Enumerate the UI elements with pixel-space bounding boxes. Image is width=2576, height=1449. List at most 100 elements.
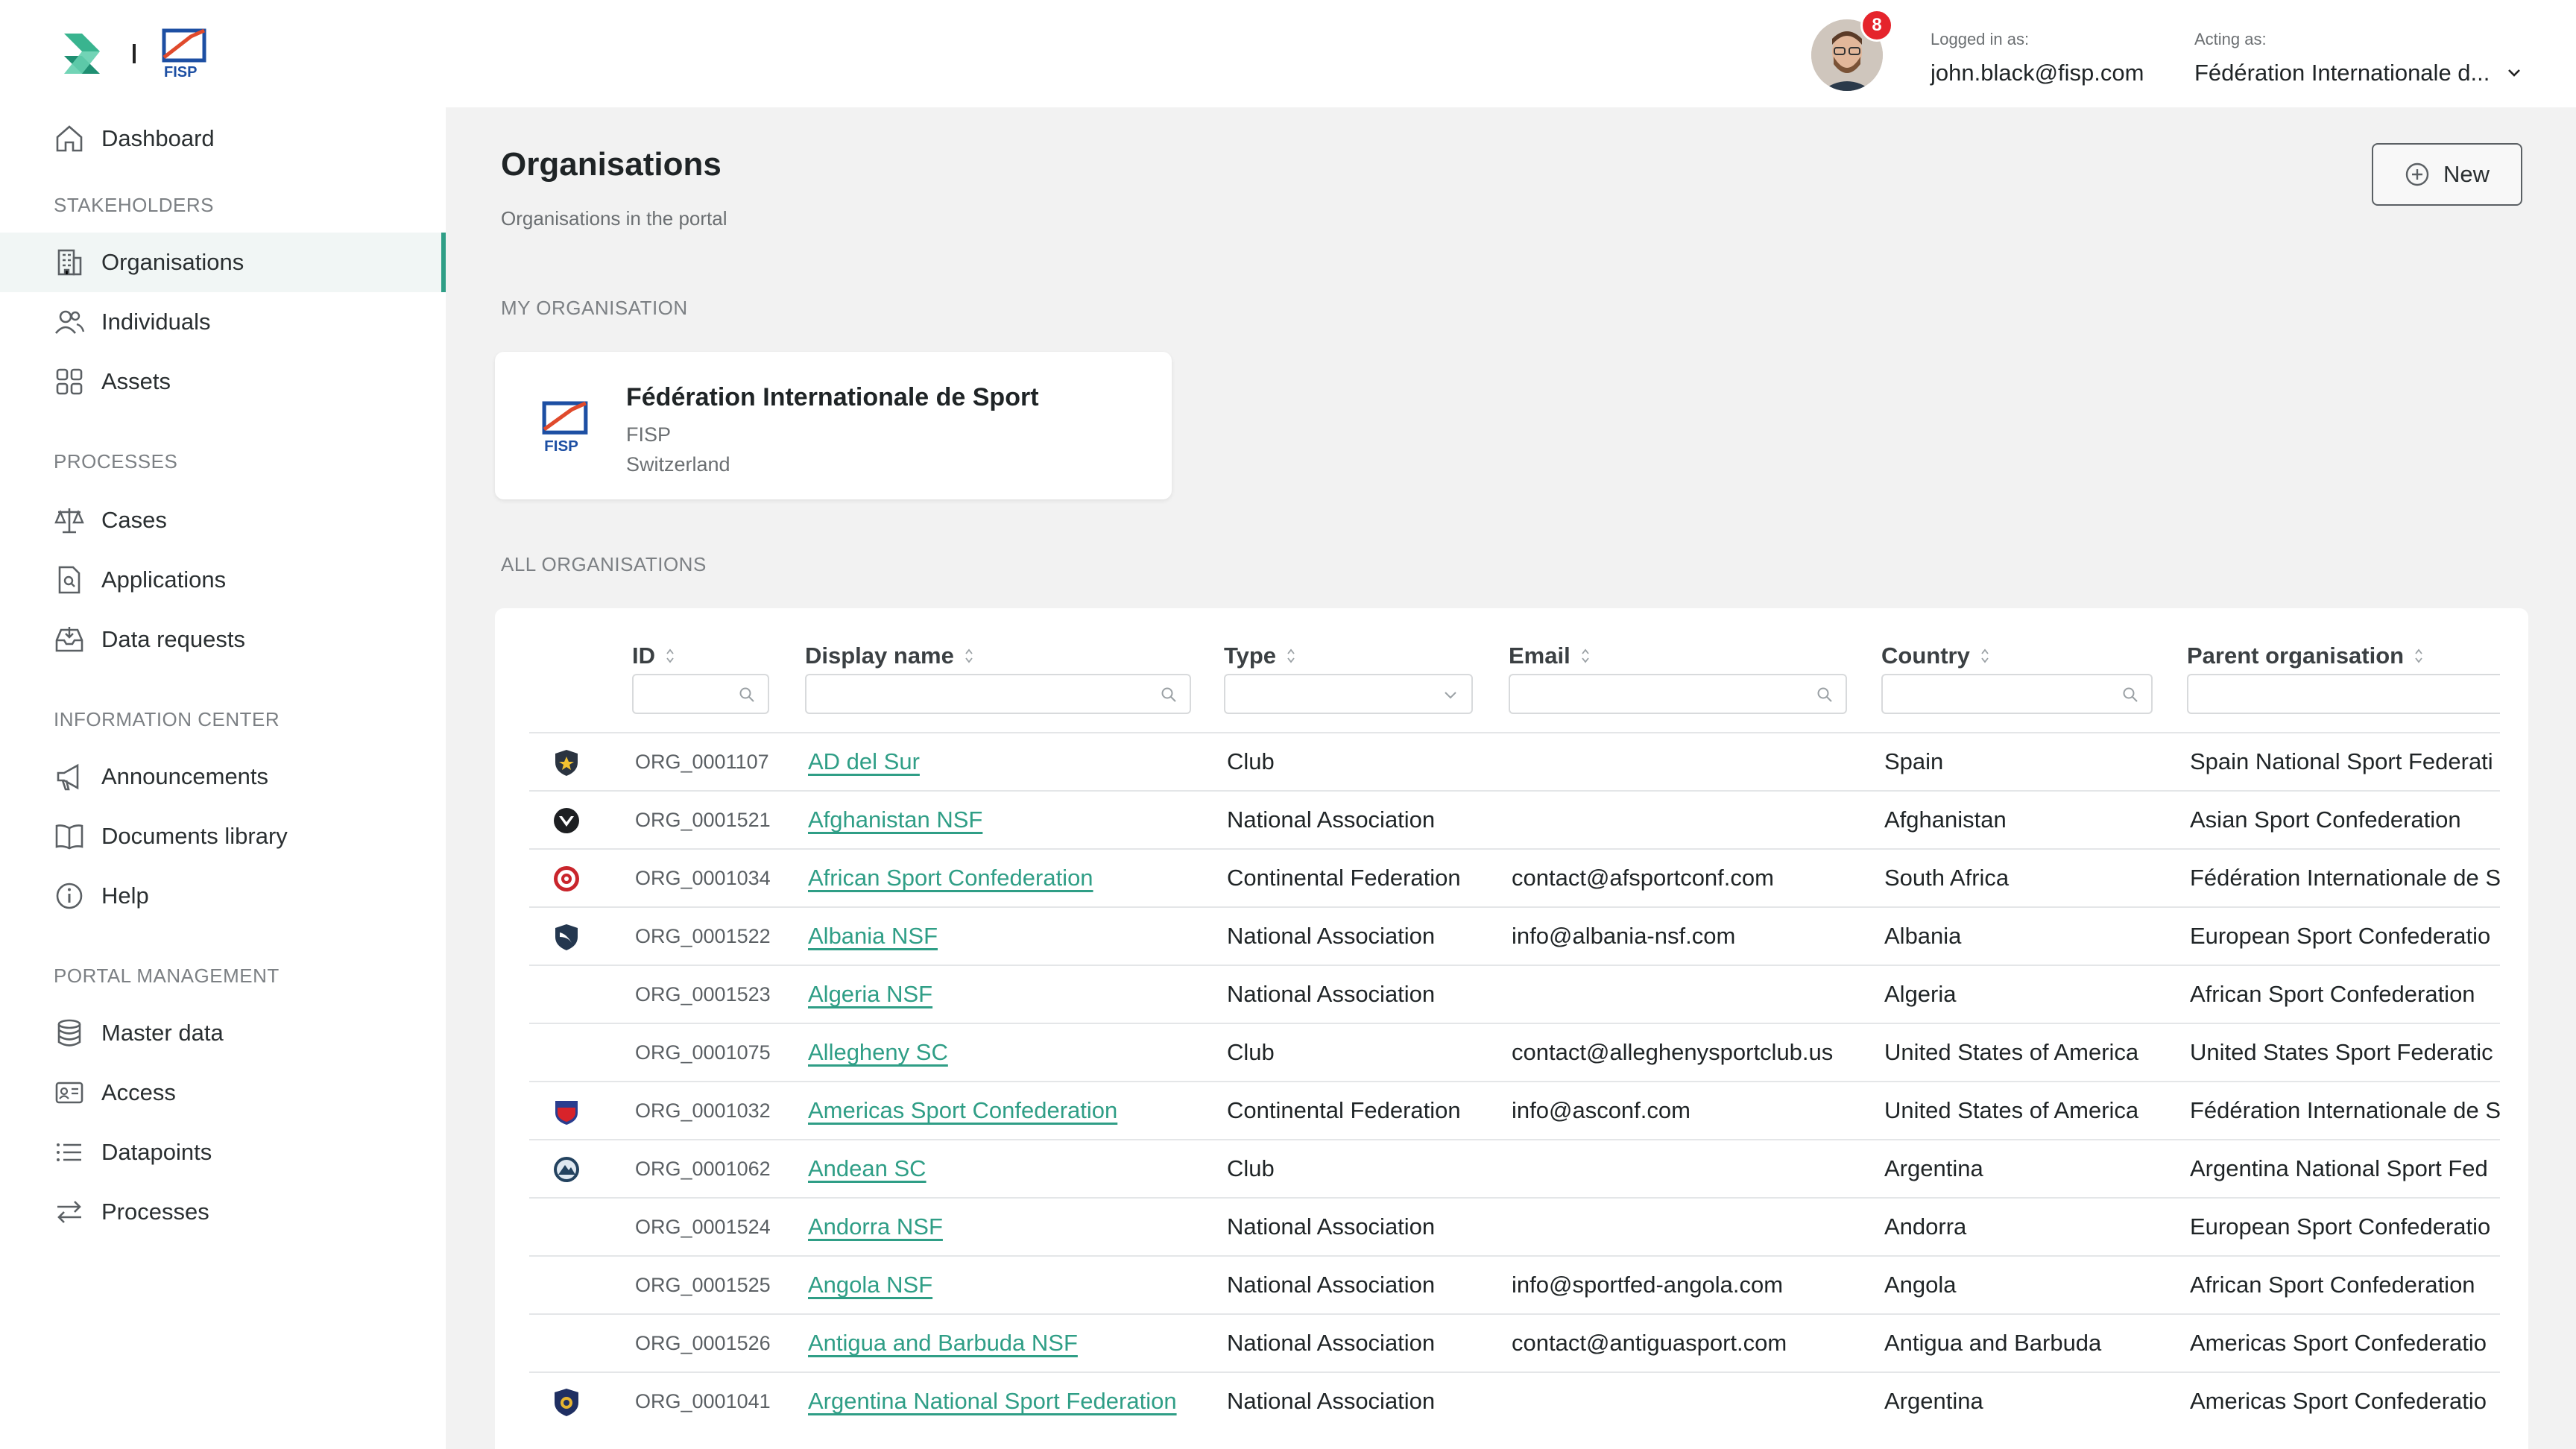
new-organisation-button[interactable]: New — [2372, 143, 2522, 206]
shield-star-icon — [555, 750, 578, 776]
table-row[interactable]: ORG_0001525 Angola NSF National Associatio… — [529, 1255, 2500, 1313]
table-row[interactable]: ORG_0001034 African Sport Confederation Co… — [529, 848, 2500, 906]
brand[interactable]: FISP — [60, 27, 209, 80]
sidebar: Dashboard STAKEHOLDERS Organisations Ind… — [0, 107, 446, 1449]
chevron-down-icon — [1445, 692, 1456, 699]
table-row[interactable]: ORG_0001075 Allegheny SC Club contact@alleg… — [529, 1023, 2500, 1081]
cell-type: Continental Federation — [1227, 1097, 1461, 1123]
organisation-link[interactable]: AD del Sur — [808, 733, 1210, 790]
sidebar-item-data-requests[interactable]: Data requests — [0, 610, 446, 669]
sidebar-item-individuals[interactable]: Individuals — [0, 292, 446, 352]
organisation-link[interactable]: African Sport Confederation — [808, 850, 1210, 906]
parent-organisation-filter-input[interactable] — [2187, 674, 2500, 714]
table-row[interactable]: ORG_0001522 Albania NSF National Associati… — [529, 906, 2500, 965]
sidebar-item-cases[interactable]: Cases — [0, 490, 446, 550]
search-icon — [2123, 687, 2138, 702]
cell-parent-organisation: Americas Sport Confederatio — [2190, 1330, 2487, 1356]
table-row[interactable]: ORG_0001526 Antigua and Barbuda NSF Nation… — [529, 1313, 2500, 1371]
column-header-country[interactable]: Country — [1881, 643, 1989, 669]
display-name-filter-input[interactable] — [805, 674, 1191, 714]
cell-email — [1512, 792, 1869, 848]
info-icon — [56, 883, 83, 909]
section-stakeholders: STAKEHOLDERS — [54, 194, 215, 216]
document-search-icon — [58, 566, 80, 594]
id-filter-input[interactable] — [632, 674, 769, 714]
cell-id: ORG_0001032 — [635, 1099, 771, 1122]
sidebar-item-announcements[interactable]: Announcements — [0, 747, 446, 806]
organisation-link[interactable]: Allegheny SC — [808, 1024, 1210, 1081]
scales-icon — [54, 508, 84, 534]
notification-badge[interactable]: 8 — [1860, 9, 1893, 42]
cell-parent-organisation: Asian Sport Confederation — [2190, 806, 2461, 833]
organisation-link[interactable]: Andean SC — [808, 1140, 1210, 1197]
sidebar-item-label: Access — [101, 1079, 176, 1105]
cell-id: ORG_0001041 — [635, 1389, 771, 1412]
column-header-email[interactable]: Email — [1509, 643, 1590, 669]
table-row[interactable]: ORG_0001523 Algeria NSF National Associati… — [529, 965, 2500, 1023]
cell-email — [1512, 1140, 1869, 1197]
cell-type: National Association — [1227, 923, 1436, 949]
organisations-table: ID Display name Type Email Country Paren… — [495, 608, 2528, 1449]
sidebar-item-organisations[interactable]: Organisations — [0, 233, 446, 292]
organisation-link[interactable]: Argentina National Sport Federation — [808, 1373, 1210, 1430]
grid-icon — [56, 368, 83, 395]
mountain-badge-icon — [554, 1157, 579, 1182]
cell-type: Club — [1227, 748, 1275, 774]
country-filter-input[interactable] — [1881, 674, 2153, 714]
sidebar-item-master-data[interactable]: Master data — [0, 1003, 446, 1063]
organisation-link[interactable]: Antigua and Barbuda NSF — [808, 1315, 1210, 1371]
megaphone-icon — [57, 763, 79, 791]
column-header-type[interactable]: Type — [1224, 643, 1295, 669]
chevron-down-icon[interactable] — [2506, 64, 2522, 80]
cell-country: United States of America — [1884, 1039, 2139, 1065]
cell-type: Continental Federation — [1227, 865, 1461, 891]
sidebar-item-label: Dashboard — [101, 125, 215, 151]
sort-icon — [2415, 648, 2422, 663]
table-row[interactable]: ORG_0001107 AD del Sur Club Spain Spain Nati… — [529, 732, 2500, 790]
sidebar-item-processes[interactable]: Processes — [0, 1182, 446, 1242]
page-subtitle: Organisations in the portal — [501, 207, 727, 230]
column-header-id[interactable]: ID — [632, 643, 675, 669]
shield-chevron-icon — [554, 808, 579, 833]
database-icon — [57, 1019, 81, 1046]
table-row[interactable]: ORG_0001032 Americas Sport Confederation C… — [529, 1081, 2500, 1139]
table-row[interactable]: ORG_0001062 Andean SC Club Argentina Argenti… — [529, 1139, 2500, 1197]
svg-text:FISP: FISP — [164, 64, 197, 80]
new-button-label: New — [2443, 161, 2490, 187]
organisation-link[interactable]: Afghanistan NSF — [808, 792, 1210, 848]
sidebar-item-dashboard[interactable]: Dashboard — [0, 109, 446, 168]
email-filter-input[interactable] — [1509, 674, 1847, 714]
cell-country: Angola — [1884, 1272, 1957, 1298]
my-organisation-label: MY ORGANISATION — [501, 297, 688, 319]
table-row[interactable]: ORG_0001521 Afghanistan NSF National Assoc… — [529, 790, 2500, 848]
organisation-link[interactable]: Algeria NSF — [808, 966, 1210, 1023]
sidebar-item-label: Datapoints — [101, 1139, 212, 1165]
cell-email — [1512, 966, 1869, 1023]
organisation-link[interactable]: Americas Sport Confederation — [808, 1082, 1210, 1139]
sidebar-item-datapoints[interactable]: Datapoints — [0, 1123, 446, 1182]
sidebar-item-help[interactable]: Help — [0, 866, 446, 926]
sidebar-item-access[interactable]: Access — [0, 1063, 446, 1123]
organisation-link[interactable]: Angola NSF — [808, 1257, 1210, 1313]
table-row[interactable]: ORG_0001524 Andorra NSF National Associati… — [529, 1197, 2500, 1255]
cell-country: Algeria — [1884, 981, 1957, 1007]
table-row[interactable]: ORG_0001041 Argentina National Sport Fede… — [529, 1371, 2500, 1430]
cell-parent-organisation: Fédération Internationale de S — [2190, 865, 2500, 891]
column-header-display-name[interactable]: Display name — [805, 643, 973, 669]
cell-id: ORG_0001522 — [635, 924, 771, 947]
sort-icon — [1981, 648, 1989, 663]
home-icon — [56, 125, 83, 152]
building-icon — [57, 249, 82, 276]
type-filter-select[interactable] — [1224, 674, 1473, 714]
acting-as-selector[interactable]: Fédération Internationale d... — [2194, 60, 2490, 86]
sidebar-item-applications[interactable]: Applications — [0, 550, 446, 610]
sidebar-item-label: Data requests — [101, 626, 245, 652]
organisation-link[interactable]: Albania NSF — [808, 908, 1210, 965]
my-organisation-card[interactable]: FISP Fédération Internationale de Sport … — [495, 352, 1172, 499]
column-header-parent-organisation[interactable]: Parent organisation — [2187, 643, 2423, 669]
sidebar-item-assets[interactable]: Assets — [0, 352, 446, 411]
cell-country: Argentina — [1884, 1155, 1983, 1181]
cell-email: info@albania-nsf.com — [1512, 923, 1736, 949]
organisation-link[interactable]: Andorra NSF — [808, 1199, 1210, 1255]
sidebar-item-documents-library[interactable]: Documents library — [0, 806, 446, 866]
